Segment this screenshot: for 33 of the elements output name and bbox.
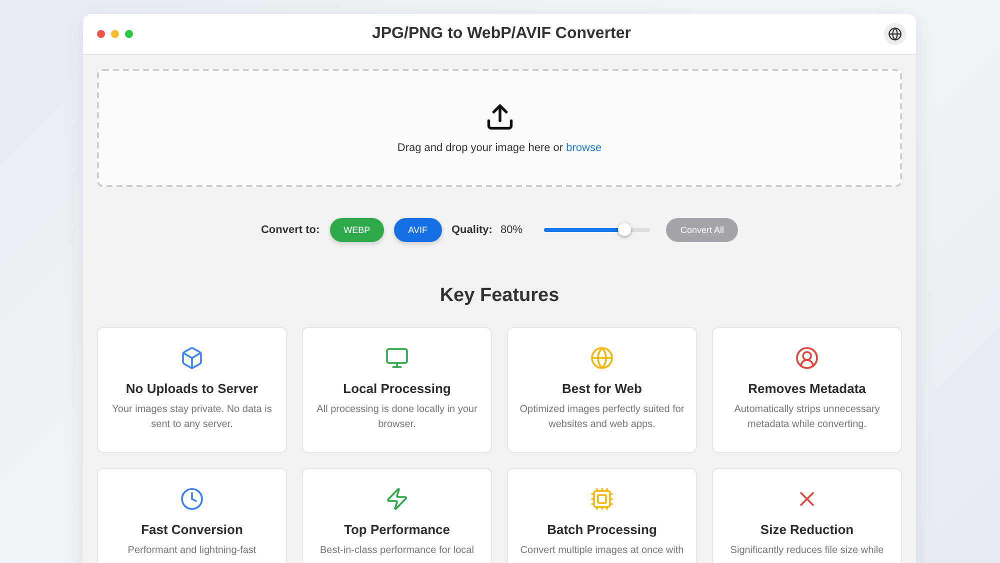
feature-description: Automatically strips unnecessary metadata while converting. [733,403,881,432]
section-heading: Key Features [438,285,560,307]
maximize-dot[interactable] [125,30,133,38]
feature-description: Convert multiple images at once with [520,544,684,558]
window-title: JPG/PNG to WebP/AVIF Converter [370,25,632,43]
minimize-dot[interactable] [111,30,119,38]
quality-label: Quality: [452,224,492,236]
upload-icon [484,102,514,132]
feature-title: Top Performance [344,522,450,537]
feature-description: Significantly reduces file size while [730,544,884,558]
feature-description: Best-in-class performance for local [320,544,474,558]
feature-description: Your images stay private. No data is sent to any server. [111,403,273,432]
format-button[interactable]: AVIF [394,218,442,242]
feature-description: All processing is done locally in your browser. [316,403,478,432]
feature-title: No Uploads to Server [126,381,258,396]
feature-description: Optimized images perfectly suited for websites and web apps. [518,403,686,432]
slider-thumb[interactable] [618,223,631,236]
browse-link[interactable]: browse [566,142,602,154]
globe-icon [888,27,902,41]
feature-title: Fast Conversion [141,522,243,537]
close-dot[interactable] [97,30,105,38]
quality-value: 80% [500,224,522,236]
language-button[interactable] [884,23,906,45]
convert-label: Convert to: [260,224,320,236]
feature-title: Removes Metadata [748,381,866,396]
feature-title: Local Processing [343,381,451,396]
format-button[interactable]: WEBP [330,218,384,242]
feature-title: Best for Web [562,381,642,396]
feature-title: Batch Processing [547,522,657,537]
feature-description: Performant and lightning-fast [128,544,256,558]
drop-instructions: Drag and drop your image here or browse [397,142,602,154]
feature-title: Size Reduction [760,522,854,537]
drop-zone[interactable]: Drag and drop your image here or browse [97,69,902,187]
